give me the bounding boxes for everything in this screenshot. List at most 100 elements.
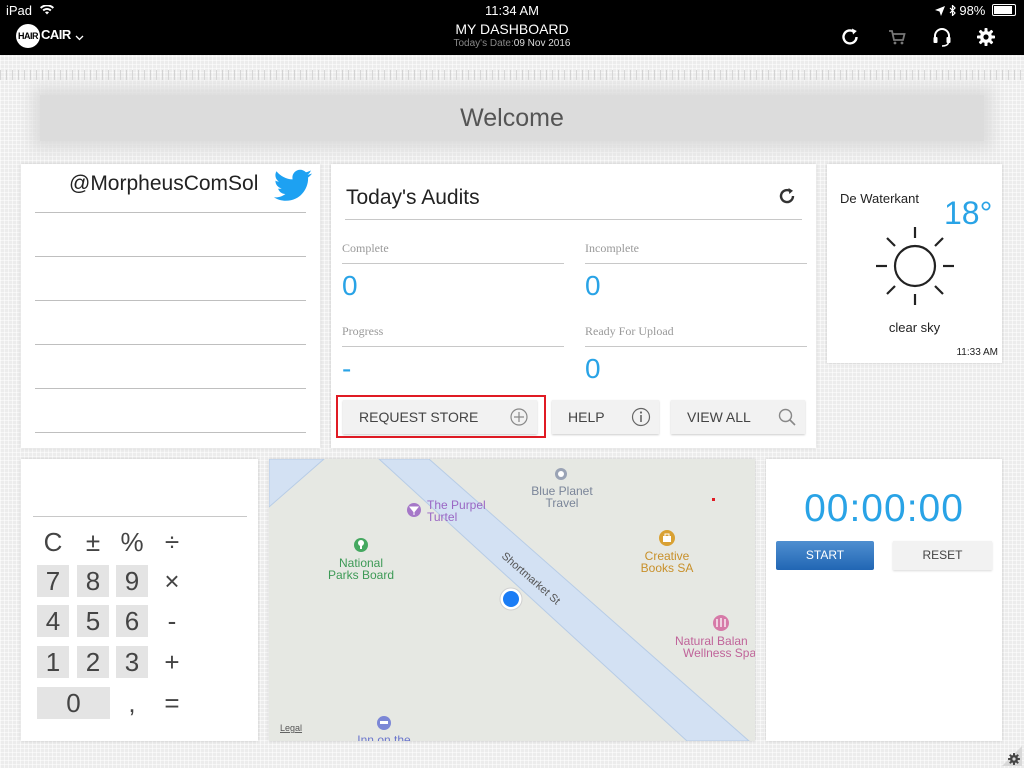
calc-key[interactable]: 1 (37, 646, 69, 678)
calc-key[interactable]: 8 (77, 565, 109, 597)
calc-key[interactable]: + (156, 646, 188, 678)
todays-date: Today's Date:09 Nov 2016 (0, 38, 1024, 49)
headset-icon[interactable] (931, 26, 953, 48)
poi-label: Wellness Spa (683, 646, 755, 660)
map-street-shape (269, 459, 325, 508)
poi-purpel-turtel-icon[interactable] (407, 503, 421, 517)
tweet-divider (35, 212, 306, 213)
map-card[interactable]: Shortmarket St Blue Planet Travel The Pu… (269, 459, 755, 741)
request-store-button[interactable]: REQUEST STORE (343, 400, 537, 434)
tweet-divider (35, 388, 306, 389)
help-label: HELP (568, 409, 605, 425)
calc-key[interactable]: 2 (77, 646, 109, 678)
weather-location: De Waterkant (840, 191, 919, 206)
poi-national-parks-icon[interactable] (354, 538, 368, 552)
poi-natural-balance-icon[interactable] (713, 615, 729, 631)
tweet-divider (35, 256, 306, 257)
calc-key[interactable]: % (116, 526, 148, 558)
stat-value: 0 (342, 270, 358, 301)
battery-percent: 98% (959, 3, 986, 18)
calc-key[interactable]: 9 (116, 565, 148, 597)
weather-condition: clear sky (888, 320, 941, 335)
map-canvas[interactable]: Shortmarket St Blue Planet Travel The Pu… (269, 459, 755, 741)
twitter-handle[interactable]: @MorpheusComSol (69, 172, 258, 196)
stopwatch-card: 00:00:00 START RESET (766, 459, 1002, 741)
status-time: 11:34 AM (485, 3, 539, 18)
stat-incomplete: Incomplete 0 (585, 241, 807, 302)
poi-inn-icon[interactable] (377, 716, 391, 730)
stopwatch-display: 00:00:00 (804, 487, 964, 530)
location-arrow-icon (935, 6, 946, 16)
calc-key[interactable]: 3 (116, 646, 148, 678)
battery-icon (992, 4, 1016, 16)
reset-button[interactable]: RESET (893, 541, 992, 570)
calc-key[interactable]: × (156, 565, 188, 597)
calculator-card: C ±% ÷ 7 8 9 × 4 5 6- 1 2 3 +0, = (21, 459, 258, 741)
poi-blue-planet-icon[interactable] (555, 468, 567, 480)
tweet-divider (35, 432, 306, 433)
calc-key[interactable]: ÷ (156, 526, 188, 558)
view-all-button[interactable]: VIEW ALL (671, 400, 805, 434)
audits-title: Today's Audits (346, 186, 480, 209)
current-location-marker (499, 587, 523, 611)
date-label: Today's Date: (453, 38, 514, 49)
twitter-bird-icon[interactable] (273, 169, 313, 203)
calc-key[interactable]: , (116, 687, 148, 719)
refresh-icon[interactable] (839, 26, 861, 48)
view-all-label: VIEW ALL (687, 409, 751, 425)
twitter-card: @MorpheusComSol (21, 164, 320, 448)
tweet-divider (35, 300, 306, 301)
poi-label: Inn on the (357, 733, 411, 741)
cart-icon[interactable] (886, 26, 908, 48)
ruler-decoration (0, 70, 1024, 80)
stat-label: Progress (342, 324, 564, 347)
calc-key[interactable]: 5 (77, 605, 109, 637)
page-title: MY DASHBOARD (455, 21, 569, 37)
calc-key[interactable]: 4 (37, 605, 69, 637)
calc-key[interactable]: - (156, 605, 188, 637)
stat-label: Ready For Upload (585, 324, 807, 347)
map-legal-link[interactable]: Legal (280, 723, 302, 733)
stat-progress: Progress - (342, 324, 564, 385)
calc-key[interactable]: 6 (116, 605, 148, 637)
poi-creative-books-icon[interactable] (659, 530, 675, 546)
stat-value: - (342, 353, 352, 384)
stat-ready-for-upload: Ready For Upload 0 (585, 324, 807, 385)
stat-label: Complete (342, 241, 564, 264)
stat-label: Incomplete (585, 241, 807, 264)
calc-key[interactable]: 7 (37, 565, 69, 597)
stat-value: 0 (585, 353, 601, 384)
audits-title-divider (345, 219, 802, 220)
sun-icon (876, 227, 954, 305)
plus-circle-icon (510, 408, 528, 426)
calculator-display (33, 516, 247, 517)
tweet-divider (35, 344, 306, 345)
corner-settings-icon[interactable] (1002, 746, 1022, 766)
poi-label: Books SA (641, 561, 694, 575)
audits-card: Today's Audits Complete 0 Incomplete 0 P… (331, 164, 816, 448)
help-button[interactable]: HELP (552, 400, 659, 434)
weather-card: De Waterkant 18° clear sky 11:33 AM (827, 164, 1002, 363)
request-store-label: REQUEST STORE (359, 409, 479, 425)
info-icon (631, 407, 651, 427)
calc-key[interactable]: ± (77, 526, 109, 558)
audits-refresh-icon[interactable] (777, 186, 797, 206)
map-red-marker (712, 498, 715, 501)
stat-complete: Complete 0 (342, 241, 564, 302)
gear-icon[interactable] (975, 26, 997, 48)
calc-key[interactable]: C (37, 526, 69, 558)
weather-updated-time: 11:33 AM (956, 347, 998, 358)
poi-label: Parks Board (328, 568, 394, 582)
welcome-banner: Welcome (40, 95, 984, 141)
status-bar: iPad 11:34 AM 98% (0, 0, 1024, 20)
stat-value: 0 (585, 270, 601, 301)
start-button[interactable]: START (776, 541, 874, 570)
bluetooth-icon (949, 4, 956, 17)
search-icon (778, 408, 796, 426)
poi-label: Turtel (427, 510, 457, 524)
status-right: 98% (935, 3, 1016, 18)
calc-key[interactable]: 0 (37, 687, 110, 719)
calc-key[interactable]: = (156, 687, 188, 719)
date-value: 09 Nov 2016 (513, 38, 571, 49)
nav-bar: HAIR CAIR MY DASHBOARD Today's Date:09 N… (0, 20, 1024, 55)
